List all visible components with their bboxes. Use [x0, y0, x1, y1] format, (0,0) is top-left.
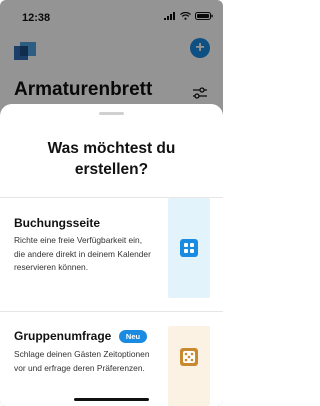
sheet-title-line-1: Was möchtest du: [47, 140, 176, 157]
option-group-poll[interactable]: Gruppenumfrage Neu Schlage deinen Gästen…: [0, 312, 223, 406]
option-description: Schlage deinen Gästen Zeitoptionen vor u…: [14, 349, 150, 373]
create-bottom-sheet: Was möchtest du erstellen? Buchungsseite…: [0, 104, 223, 406]
option-description: Richte eine freie Verfügbarkeit ein, die…: [14, 235, 151, 272]
sheet-title: Was möchtest du erstellen?: [20, 138, 203, 180]
option-booking-page[interactable]: Buchungsseite Richte eine freie Verfügba…: [0, 198, 223, 308]
sheet-grabber[interactable]: [99, 112, 124, 115]
new-badge: Neu: [119, 330, 147, 343]
grid-icon: [180, 239, 198, 257]
option-title: Gruppenumfrage: [14, 329, 112, 343]
option-icon-container: [168, 198, 210, 298]
option-title: Buchungsseite: [14, 216, 101, 230]
option-icon-container: [168, 326, 210, 406]
dice-icon: [180, 348, 198, 366]
phone-screen: 12:38 + Armaturenbrett Was möchtest du e…: [0, 0, 223, 406]
sheet-title-line-2: erstellen?: [74, 161, 149, 178]
home-indicator[interactable]: [74, 398, 149, 401]
